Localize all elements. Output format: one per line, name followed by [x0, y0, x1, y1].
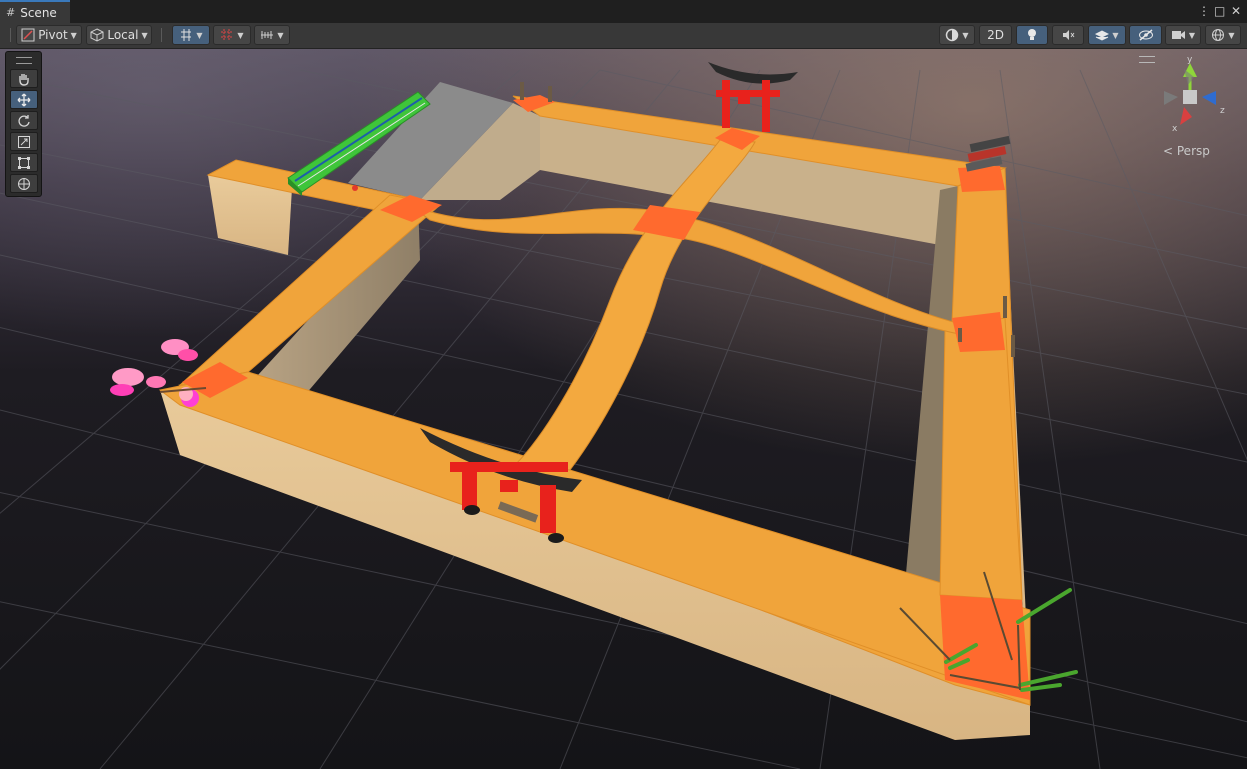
- lightbulb-icon: [1028, 29, 1036, 40]
- grid-snap-chevron-down-icon: ▼: [196, 30, 203, 40]
- hidden-eye-icon: [1138, 29, 1153, 41]
- tool-palette: [5, 51, 42, 197]
- grid-chevron-down-icon: ▼: [237, 30, 244, 40]
- grid-snap-toggle[interactable]: ▼: [172, 25, 210, 45]
- local-cube-icon: [90, 28, 104, 42]
- pivot-label: Pivot: [38, 28, 68, 42]
- camera-icon: [1171, 31, 1185, 39]
- effects-dropdown[interactable]: ▼: [1088, 25, 1126, 45]
- gizmo-z-axis[interactable]: [1202, 91, 1216, 105]
- move-tool-button[interactable]: [10, 90, 38, 109]
- gizmos-chevron-down-icon: ▼: [1228, 30, 1235, 40]
- palette-grip-icon[interactable]: [16, 57, 32, 64]
- hand-icon: [19, 73, 29, 86]
- ruler-chevron-down-icon: ▼: [277, 30, 284, 40]
- gizmos-dropdown[interactable]: ▼: [1205, 25, 1241, 45]
- projection-label: Persp: [1176, 144, 1210, 158]
- gizmo-neg-x-axis[interactable]: [1164, 91, 1178, 105]
- 2d-toggle[interactable]: 2D: [979, 25, 1012, 45]
- gizmo-x-axis[interactable]: [1180, 107, 1192, 125]
- toolbar-grip: [10, 28, 11, 42]
- pivot-dropdown[interactable]: Pivot ▼: [16, 25, 82, 45]
- transform-tool-button[interactable]: [10, 174, 38, 193]
- local-dropdown[interactable]: Local ▼: [86, 25, 152, 45]
- shaded-sphere-icon: [946, 28, 959, 42]
- gizmo-z-label: z: [1220, 106, 1225, 116]
- gizmo-y-label: y: [1187, 55, 1193, 65]
- grid-snap-icon: [181, 29, 192, 41]
- effects-chevron-down-icon: ▼: [1112, 30, 1119, 40]
- grid-visibility-dropdown[interactable]: ▼: [213, 25, 251, 45]
- rect-transform-icon: [18, 156, 30, 169]
- gizmos-globe-icon: [1212, 29, 1225, 41]
- local-label: Local: [107, 28, 139, 42]
- grid-icon: [221, 29, 234, 41]
- more-options-icon[interactable]: ⋮: [1198, 3, 1210, 19]
- scale-icon: [18, 135, 30, 148]
- scene-viewport[interactable]: [0, 49, 1247, 769]
- player-figure: [352, 185, 358, 191]
- draw-mode-chevron-down-icon: ▼: [962, 30, 969, 40]
- effects-layers-icon: [1095, 30, 1110, 41]
- scene-grid-icon: #: [6, 6, 16, 19]
- projection-chevron-icon: <: [1163, 144, 1177, 158]
- 2d-label: 2D: [987, 28, 1004, 42]
- scene-visibility-toggle[interactable]: [1129, 25, 1162, 45]
- tab-scene-label: Scene: [20, 5, 57, 20]
- scale-tool-button[interactable]: [10, 132, 38, 151]
- close-icon[interactable]: ✕: [1231, 3, 1241, 19]
- scene-toolbar: Pivot ▼ Local ▼ ▼ ▼ ▼ ▼ 2D ▼ ▼ ▼: [0, 23, 1247, 49]
- ruler-icon: [261, 31, 274, 39]
- camera-dropdown[interactable]: ▼: [1165, 25, 1201, 45]
- audio-toggle[interactable]: [1052, 25, 1084, 45]
- move-arrows-icon: [17, 93, 31, 106]
- scene-render: [0, 49, 1247, 769]
- lighting-toggle[interactable]: [1016, 25, 1048, 45]
- pivot-chevron-down-icon: ▼: [70, 30, 77, 40]
- maximize-icon[interactable]: □: [1214, 3, 1225, 19]
- gizmo-center-cube[interactable]: [1183, 90, 1197, 104]
- tab-scene[interactable]: # Scene: [0, 0, 70, 23]
- rotate-tool-button[interactable]: [10, 111, 38, 130]
- rotate-icon: [18, 114, 30, 127]
- camera-chevron-down-icon: ▼: [1188, 30, 1196, 40]
- speaker-muted-icon: [1063, 30, 1075, 40]
- increment-snap-dropdown[interactable]: ▼: [254, 25, 290, 45]
- hand-tool-button[interactable]: [10, 69, 38, 88]
- window-tab-bar: # Scene ⋮ □ ✕: [0, 0, 1247, 24]
- local-chevron-down-icon: ▼: [141, 30, 148, 40]
- projection-toggle[interactable]: < Persp: [1163, 144, 1210, 158]
- gizmo-x-label: x: [1172, 124, 1178, 134]
- pivot-icon: [21, 28, 35, 42]
- rect-tool-button[interactable]: [10, 153, 38, 172]
- transform-icon: [18, 177, 30, 190]
- toolbar-separator: [161, 28, 162, 42]
- draw-mode-dropdown[interactable]: ▼: [939, 25, 975, 45]
